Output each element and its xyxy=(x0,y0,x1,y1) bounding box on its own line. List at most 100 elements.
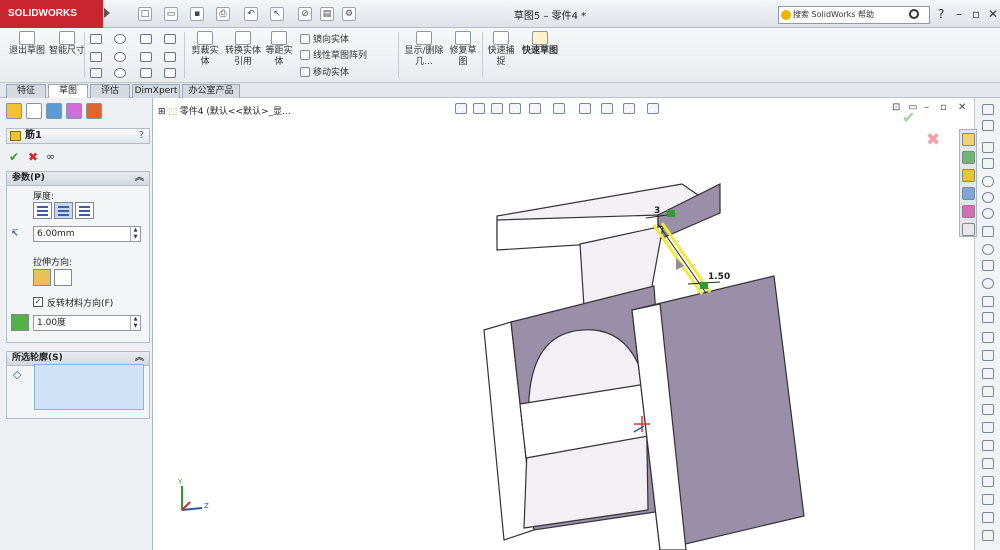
file-properties-icon[interactable]: ▤ xyxy=(320,7,334,21)
save-icon[interactable]: ▪ xyxy=(190,7,204,21)
thickness-input[interactable]: 6.00mm ▲ ▼ xyxy=(33,226,141,242)
second-side-thickness-button[interactable] xyxy=(75,202,94,219)
fillet-icon[interactable] xyxy=(140,68,152,78)
help-button[interactable]: ? xyxy=(938,7,944,21)
point-icon[interactable] xyxy=(164,34,176,44)
property-manager-tab-icon[interactable] xyxy=(26,103,42,119)
configuration-manager-tab-icon[interactable] xyxy=(46,103,62,119)
repair-side-icon[interactable] xyxy=(982,530,994,541)
select-icon[interactable]: ↖ xyxy=(270,7,284,21)
line-side-icon[interactable] xyxy=(982,142,994,153)
smart-dimension-button[interactable]: 智能尺寸 xyxy=(48,31,86,57)
both-sides-thickness-button[interactable] xyxy=(54,202,73,219)
home-icon[interactable] xyxy=(962,133,975,146)
graphics-area[interactable]: ⊞ ⬚ 零件4 (默认<<默认>_显... ⊡ ▭ – ▫ ✕ ✔ ✖ 3 1.… xyxy=(154,98,974,550)
quick-snaps-button[interactable]: 快速捕捉 xyxy=(484,31,518,68)
ellipse-side-icon[interactable] xyxy=(982,244,994,255)
arc-icon[interactable] xyxy=(114,52,126,62)
new-document-icon[interactable]: □ xyxy=(138,7,152,21)
model-canvas[interactable] xyxy=(154,98,974,550)
design-library-icon[interactable] xyxy=(962,151,975,164)
menu-arrow-icon[interactable] xyxy=(104,8,110,18)
move-side-icon[interactable] xyxy=(982,440,994,451)
custom-properties-icon[interactable] xyxy=(962,223,975,236)
rotate-side-icon[interactable] xyxy=(982,458,994,469)
trim-entities-button[interactable]: 剪裁实体 xyxy=(188,31,222,68)
draft-spinner[interactable]: ▲ ▼ xyxy=(130,316,140,330)
extend-side-icon[interactable] xyxy=(982,368,994,379)
tab-office-products[interactable]: 办公室产品 xyxy=(182,84,240,98)
smart-dimension-side-icon[interactable] xyxy=(982,120,994,131)
tab-dimxpert[interactable]: DimXpert xyxy=(132,84,180,98)
linear-pattern-button[interactable]: 线性草图阵列 xyxy=(300,48,367,61)
tab-sketch[interactable]: 草图 xyxy=(48,84,88,98)
display-delete-relations-button[interactable]: 显示/删除几... xyxy=(404,31,444,68)
draft-icon[interactable] xyxy=(11,314,29,331)
solidworks-logo[interactable]: SOLIDWORKS xyxy=(0,0,103,28)
parallel-to-sketch-icon[interactable] xyxy=(33,269,51,286)
rectangle-side-icon[interactable] xyxy=(982,158,994,169)
text-icon[interactable] xyxy=(164,68,176,78)
open-icon[interactable]: ▭ xyxy=(164,7,178,21)
thickness-spinner[interactable]: ▲ ▼ xyxy=(130,227,140,241)
polygon-side-icon[interactable] xyxy=(982,278,994,289)
minimize-button[interactable]: – xyxy=(956,7,962,21)
cancel-x-icon[interactable]: ✖ xyxy=(28,150,38,164)
line-icon[interactable] xyxy=(90,34,102,44)
text-side-icon[interactable] xyxy=(982,332,994,343)
convert-entities-button[interactable]: 转换实体引用 xyxy=(224,31,262,68)
point-side-icon[interactable] xyxy=(982,296,994,307)
rapid-sketch-button[interactable]: 快速草图 xyxy=(522,31,558,57)
restore-button[interactable]: ▫ xyxy=(972,7,980,21)
scale-side-icon[interactable] xyxy=(982,476,994,487)
magnifier-icon[interactable] xyxy=(909,9,919,19)
flip-material-checkbox[interactable]: ✓ xyxy=(33,297,43,307)
pattern-side-icon[interactable] xyxy=(982,422,994,433)
sketch-icon[interactable] xyxy=(982,104,994,115)
options-icon[interactable]: ⚙ xyxy=(342,7,356,21)
move-entities-button[interactable]: 移动实体 xyxy=(300,65,349,78)
file-explorer-icon[interactable] xyxy=(962,169,975,182)
collapse-chevron-icon[interactable]: ︽ xyxy=(135,172,144,185)
draft-angle-input[interactable]: 1.00度 ▲ ▼ xyxy=(33,315,141,331)
ok-check-icon[interactable]: ✔ xyxy=(9,150,19,164)
tab-evaluate[interactable]: 评估 xyxy=(90,84,130,98)
undo-icon[interactable]: ↶ xyxy=(244,7,258,21)
display-manager-tab-icon[interactable] xyxy=(86,103,102,119)
contour-selection-box[interactable] xyxy=(34,364,144,410)
close-button[interactable]: ✕ xyxy=(988,7,998,21)
spline-side-icon[interactable] xyxy=(982,226,994,237)
help-search-input[interactable]: 搜索 SolidWorks 帮助 xyxy=(778,6,930,24)
mirror-side-icon[interactable] xyxy=(982,404,994,415)
polygon-icon[interactable] xyxy=(114,68,126,78)
slot-icon[interactable] xyxy=(90,68,102,78)
rectangle-icon[interactable] xyxy=(90,52,102,62)
preview-glasses-icon[interactable]: ∞ xyxy=(46,150,55,163)
dimension-side-label[interactable]: 1.50 xyxy=(708,272,730,282)
feature-manager-tab-icon[interactable] xyxy=(6,103,22,119)
ellipse-icon[interactable] xyxy=(140,52,152,62)
pm-help-button[interactable]: ? xyxy=(139,129,144,143)
spline-icon[interactable] xyxy=(140,34,152,44)
offset-side-icon[interactable] xyxy=(982,386,994,397)
arc-side-icon[interactable] xyxy=(982,208,994,219)
slot-side-icon[interactable] xyxy=(982,176,994,187)
normal-to-sketch-icon[interactable] xyxy=(54,269,72,286)
fillet-side-icon[interactable] xyxy=(982,260,994,271)
print-icon[interactable]: ⎙ xyxy=(216,7,230,21)
tab-features[interactable]: 特征 xyxy=(6,84,46,98)
view-palette-icon[interactable] xyxy=(962,187,975,200)
circle-icon[interactable] xyxy=(114,34,126,44)
relations-side-icon[interactable] xyxy=(982,512,994,523)
exit-sketch-button[interactable]: 退出草图 xyxy=(8,31,46,57)
offset-entities-button[interactable]: 等距实体 xyxy=(262,31,296,68)
appearances-icon[interactable] xyxy=(962,205,975,218)
circle-side-icon[interactable] xyxy=(982,192,994,203)
first-side-thickness-button[interactable] xyxy=(33,202,52,219)
trim-side-icon[interactable] xyxy=(982,350,994,361)
parameters-header[interactable]: 参数(P) ︽ xyxy=(7,172,149,186)
dimxpert-manager-tab-icon[interactable] xyxy=(66,103,82,119)
rebuild-icon[interactable]: ⊘ xyxy=(298,7,312,21)
dimension-top-label[interactable]: 3 xyxy=(654,206,660,216)
centerline-icon[interactable] xyxy=(164,52,176,62)
